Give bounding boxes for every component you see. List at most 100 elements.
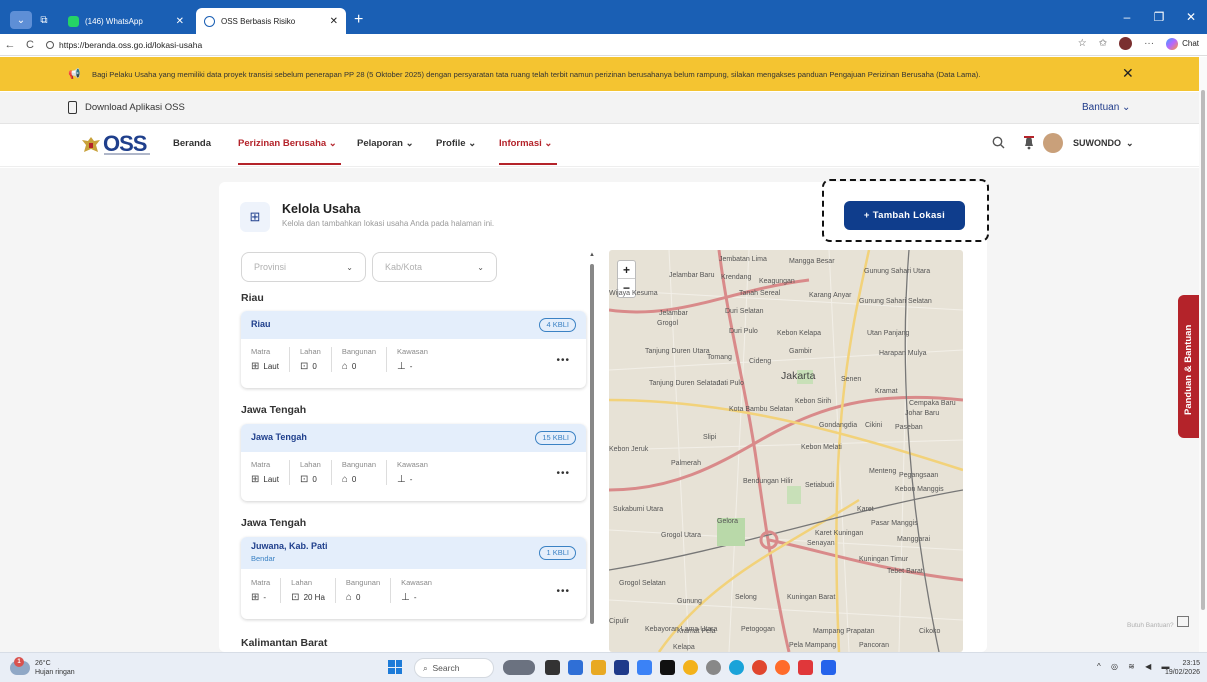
app-icon[interactable] [821,660,836,675]
location-card[interactable]: Riau 4 KBLI Matra ⊞ Laut Lahan ⊡ 0 Bangunan ⌂… [241,311,586,388]
kawasan-icon: ⊥ [397,361,406,372]
url-text: https://beranda.oss.go.id/lokasi-usaha [59,39,203,50]
page-scrollbar-thumb[interactable] [1201,90,1205,610]
nav-profile[interactable]: Profile ⌄ [436,138,476,149]
url-field[interactable]: https://beranda.oss.go.id/lokasi-usaha [46,40,202,50]
location-map[interactable]: + − Jembatan Lima Mangga Besar Jelambar Ba… [609,250,963,652]
app-icon[interactable] [660,660,675,675]
map-place-label: Kebon Sirih [795,398,832,405]
taskbar-search[interactable]: ⌕ Search [414,658,494,678]
nav-perizinan-berusaha[interactable]: Perizinan Berusaha ⌄ [238,138,337,149]
map-place-label: Johar Baru [905,410,940,417]
map-place-label: Wijaya Kesuma [609,290,658,297]
map-place-label: Menteng [869,468,897,475]
user-avatar[interactable] [1043,133,1063,153]
clock[interactable]: 23:15 19/02/2026 [1160,659,1200,677]
kbli-badge[interactable]: 1 KBLI [539,546,576,560]
profile-button[interactable]: ⌄ [10,11,32,29]
list-scrollbar-thumb[interactable] [590,264,594,624]
more-icon[interactable]: ··· [1144,38,1154,49]
minimize-button[interactable]: – [1111,0,1143,34]
close-window-button[interactable]: ✕ [1175,0,1207,34]
copilot-chat-button[interactable]: Chat [1166,37,1199,50]
favorite-star-icon[interactable]: ☆ [1078,38,1087,49]
map-place-label: Harapan Mulya [879,350,927,357]
page-title: Kelola Usaha [282,202,361,216]
location-card[interactable]: Juwana, Kab. Pati Bendar 1 KBLI Matra ⊞ - … [241,537,586,619]
tab-oss[interactable]: OSS Berbasis Risiko ✕ [196,8,346,34]
provinsi-select[interactable]: Provinsi ⌄ [241,252,366,282]
search-icon[interactable] [992,136,1005,149]
weather-widget[interactable]: 1 26°C Hujan ringan [10,657,75,677]
refresh-button[interactable]: C [20,39,40,51]
chevron-down-icon: ⌄ [477,262,484,272]
download-app-link[interactable]: Download Aplikasi OSS [85,102,185,113]
map-place-label: Bendungan Hilir [743,478,793,485]
kabkota-select[interactable]: Kab/Kota ⌄ [372,252,497,282]
nav-pelaporan[interactable]: Pelaporan ⌄ [357,138,414,149]
user-menu[interactable]: SUWONDO ⌄ [1073,138,1134,149]
app-icon[interactable] [798,660,813,675]
whatsapp-icon [68,15,79,27]
favorites-icon[interactable]: ✩ [1099,38,1107,49]
back-button[interactable]: ← [0,39,20,51]
map-place-label: Jelambar [659,310,688,317]
widgets-icon[interactable] [503,660,535,675]
more-options-icon[interactable]: ••• [556,468,570,479]
close-tab-icon[interactable]: ✕ [330,16,338,27]
new-tab-button[interactable]: + [354,11,363,29]
scroll-up-arrow-icon[interactable]: ▲ [589,252,595,258]
location-card-header: Riau 4 KBLI [241,311,586,339]
zoom-in-button[interactable]: + [618,261,635,279]
logo-subtitle-line [104,153,150,155]
profile-avatar[interactable] [1119,37,1133,50]
bantuan-menu[interactable]: Bantuan ⌄ [1082,102,1130,113]
notification-bell-icon[interactable] [1024,136,1034,150]
tab-actions-icon[interactable]: ⧉ [32,11,56,29]
tab-label: OSS Berbasis Risiko [221,16,296,26]
matra-icon: ⊞ [251,592,260,603]
more-options-icon[interactable]: ••• [556,586,570,597]
copilot-icon [1166,37,1179,50]
edge-icon[interactable] [729,660,744,675]
chrome-icon[interactable] [706,660,721,675]
location-card[interactable]: Jawa Tengah 15 KBLI Matra ⊞ Laut Lahan ⊡ 0 B… [241,424,586,501]
map-place-label: Gondangdia [819,422,858,429]
kbli-badge[interactable]: 4 KBLI [539,318,576,332]
store-icon[interactable] [614,660,629,675]
map-place-label: Kebon Melati [801,444,842,451]
nav-informasi[interactable]: Informasi ⌄ [499,138,552,149]
map-place-label: Manggarai [897,536,931,543]
map-place-label: Cikini [865,422,883,429]
firefox-icon[interactable] [775,660,790,675]
banner-close-icon[interactable]: ✕ [1122,65,1134,82]
nav-beranda[interactable]: Beranda [173,138,211,149]
address-bar: ← C https://beranda.oss.go.id/lokasi-usa… [0,34,1207,56]
panduan-bantuan-tab[interactable]: Panduan & Bantuan [1178,295,1201,438]
tambah-lokasi-button[interactable]: + Tambah Lokasi [844,201,965,230]
security-icon[interactable] [637,660,652,675]
chrome-canary-icon[interactable] [683,660,698,675]
map-place-label: Gelora [717,518,739,525]
location-name: Juwana, Kab. Pati [251,541,328,551]
weather-cloud-icon: 1 [10,657,30,675]
taskview-icon[interactable] [545,660,560,675]
app-icon[interactable] [568,660,583,675]
map-place-label: Senen [841,376,862,383]
windows-start-icon[interactable] [388,660,402,674]
restore-button[interactable]: ❐ [1143,0,1175,34]
map-icon: ⊞ [240,202,270,232]
chrome-icon[interactable] [752,660,767,675]
more-options-icon[interactable]: ••• [556,355,570,366]
help-text[interactable]: Butuh Bantuan? [1127,622,1174,629]
help-image-icon[interactable] [1177,616,1189,627]
map-place-label: Karet [857,506,874,513]
bangunan-icon: ⌂ [345,592,352,603]
close-tab-icon[interactable]: ✕ [176,16,184,27]
kbli-badge[interactable]: 15 KBLI [535,431,576,445]
map-place-label: Kebon Kelapa [777,330,821,337]
oss-favicon-icon [204,15,215,27]
file-explorer-icon[interactable] [591,660,606,675]
tab-whatsapp[interactable]: (146) WhatsApp ✕ [60,8,192,34]
map-place-label: Tanah Sereal [739,290,781,297]
